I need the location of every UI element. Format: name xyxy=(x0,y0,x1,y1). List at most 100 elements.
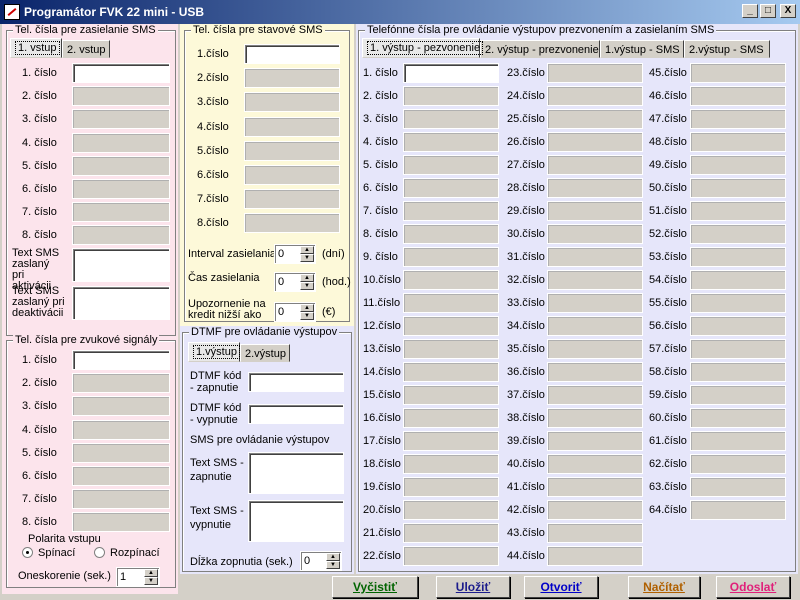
credit-spinner[interactable]: 0 ▲ ▼ xyxy=(274,302,316,322)
output-number-field[interactable] xyxy=(690,86,786,106)
spin-up-icon[interactable]: ▲ xyxy=(326,553,340,561)
output-number-field[interactable] xyxy=(547,385,643,405)
dtmf-off-field[interactable] xyxy=(248,404,344,424)
close-button[interactable]: X xyxy=(780,4,796,18)
tab-output-1[interactable]: 1.výstup xyxy=(188,342,240,362)
output-number-field[interactable] xyxy=(547,408,643,428)
spin-up-icon[interactable]: ▲ xyxy=(300,304,314,312)
output-number-field[interactable] xyxy=(403,224,499,244)
output-number-field[interactable] xyxy=(403,63,499,83)
sms-number-field[interactable] xyxy=(72,202,170,223)
status-number-field[interactable] xyxy=(244,92,340,113)
output-number-field[interactable] xyxy=(547,109,643,129)
output-number-field[interactable] xyxy=(403,523,499,543)
output-number-field[interactable] xyxy=(403,293,499,313)
output-number-field[interactable] xyxy=(547,63,643,83)
spin-up-icon[interactable]: ▲ xyxy=(300,246,314,254)
output-number-field[interactable] xyxy=(690,155,786,175)
maximize-button[interactable]: □ xyxy=(760,4,776,18)
output-number-field[interactable] xyxy=(403,86,499,106)
tab-out1-sms[interactable]: 1.výstup - SMS xyxy=(600,40,684,58)
sms-number-field[interactable] xyxy=(72,86,170,107)
sms-number-field[interactable] xyxy=(72,179,170,199)
spin-up-icon[interactable]: ▲ xyxy=(144,569,158,577)
status-number-field[interactable] xyxy=(244,189,340,210)
output-number-field[interactable] xyxy=(547,247,643,267)
output-number-field[interactable] xyxy=(547,178,643,198)
output-number-field[interactable] xyxy=(403,247,499,267)
spin-down-icon[interactable]: ▼ xyxy=(300,282,314,290)
output-number-field[interactable] xyxy=(547,431,643,451)
sms-on-field[interactable] xyxy=(248,452,344,494)
tab-out2-sms[interactable]: 2.výstup - SMS xyxy=(684,40,770,58)
radio-spinaci[interactable] xyxy=(22,547,33,558)
sound-number-field[interactable] xyxy=(72,512,170,533)
output-number-field[interactable] xyxy=(690,201,786,221)
output-number-field[interactable] xyxy=(547,339,643,359)
output-number-field[interactable] xyxy=(403,109,499,129)
output-number-field[interactable] xyxy=(547,454,643,474)
output-number-field[interactable] xyxy=(403,385,499,405)
output-number-field[interactable] xyxy=(690,63,786,83)
output-number-field[interactable] xyxy=(547,546,643,566)
output-number-field[interactable] xyxy=(547,293,643,313)
output-number-field[interactable] xyxy=(403,316,499,336)
send-button[interactable]: Odoslať xyxy=(716,576,790,598)
output-number-field[interactable] xyxy=(403,178,499,198)
tab-out1-ring[interactable]: 1. výstup - pezvonenie xyxy=(362,38,484,58)
output-number-field[interactable] xyxy=(547,155,643,175)
output-number-field[interactable] xyxy=(403,132,499,152)
output-number-field[interactable] xyxy=(547,500,643,520)
output-number-field[interactable] xyxy=(547,201,643,221)
output-number-field[interactable] xyxy=(403,546,499,566)
radio-rozpinaci[interactable] xyxy=(94,547,105,558)
output-number-field[interactable] xyxy=(690,385,786,405)
output-number-field[interactable] xyxy=(547,132,643,152)
sound-number-field[interactable] xyxy=(72,466,170,486)
tab-input-2[interactable]: 2. vstup xyxy=(62,40,110,58)
output-number-field[interactable] xyxy=(690,316,786,336)
sound-number-field[interactable] xyxy=(72,396,170,417)
spin-down-icon[interactable]: ▼ xyxy=(300,312,314,320)
output-number-field[interactable] xyxy=(690,431,786,451)
load-button[interactable]: Načítať xyxy=(628,576,700,598)
output-number-field[interactable] xyxy=(403,201,499,221)
spin-down-icon[interactable]: ▼ xyxy=(300,254,314,262)
output-number-field[interactable] xyxy=(690,109,786,129)
output-number-field[interactable] xyxy=(403,408,499,428)
output-number-field[interactable] xyxy=(547,224,643,244)
save-button[interactable]: Uložiť xyxy=(436,576,510,598)
output-number-field[interactable] xyxy=(547,477,643,497)
output-number-field[interactable] xyxy=(547,316,643,336)
output-number-field[interactable] xyxy=(690,247,786,267)
sound-number-field[interactable] xyxy=(72,442,170,463)
output-number-field[interactable] xyxy=(690,132,786,152)
sound-number-field[interactable] xyxy=(72,350,170,370)
interval-spinner[interactable]: 0 ▲ ▼ xyxy=(274,244,316,264)
output-number-field[interactable] xyxy=(690,339,786,359)
sms-off-field[interactable] xyxy=(248,500,344,542)
sound-number-field[interactable] xyxy=(72,489,170,510)
output-number-field[interactable] xyxy=(690,408,786,428)
output-number-field[interactable] xyxy=(690,500,786,520)
delay-spinner[interactable]: 1 ▲ ▼ xyxy=(116,567,160,587)
output-number-field[interactable] xyxy=(403,431,499,451)
output-number-field[interactable] xyxy=(403,362,499,382)
dtmf-on-field[interactable] xyxy=(248,372,344,392)
sound-number-field[interactable] xyxy=(72,373,170,394)
spin-down-icon[interactable]: ▼ xyxy=(144,577,158,585)
output-number-field[interactable] xyxy=(690,477,786,497)
output-number-field[interactable] xyxy=(403,477,499,497)
sms-number-field[interactable] xyxy=(72,63,170,83)
output-number-field[interactable] xyxy=(403,454,499,474)
spin-down-icon[interactable]: ▼ xyxy=(326,561,340,569)
tab-out2-ring[interactable]: 2. výstup - prezvonenie xyxy=(480,40,600,58)
output-number-field[interactable] xyxy=(690,270,786,290)
output-number-field[interactable] xyxy=(690,454,786,474)
output-number-field[interactable] xyxy=(403,500,499,520)
clear-button[interactable]: Vyčistiť xyxy=(332,576,418,598)
output-number-field[interactable] xyxy=(403,155,499,175)
sms-number-field[interactable] xyxy=(72,132,170,153)
output-number-field[interactable] xyxy=(547,86,643,106)
tab-output-2[interactable]: 2.výstup xyxy=(240,344,290,362)
